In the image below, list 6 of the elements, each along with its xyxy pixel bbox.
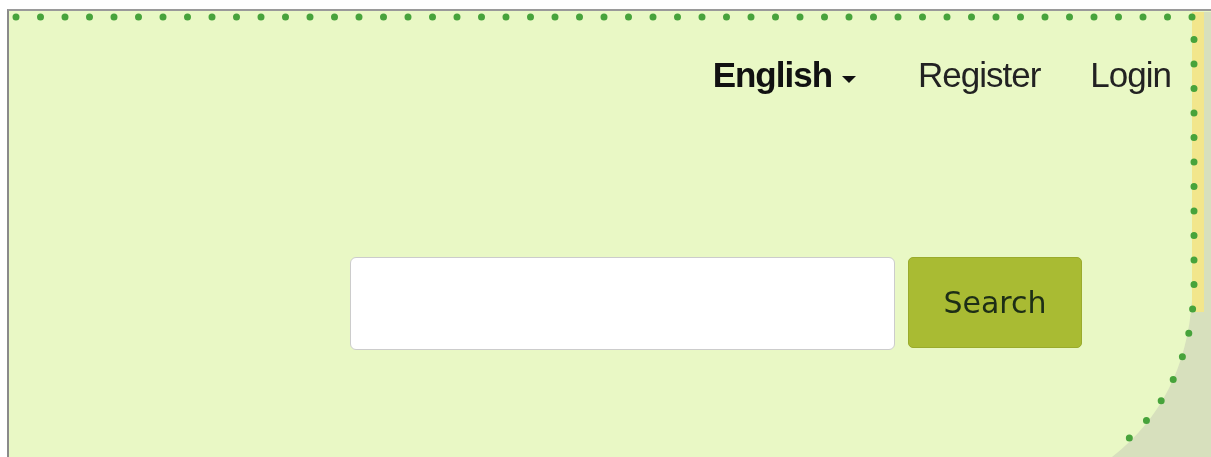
search-field[interactable]: [350, 257, 895, 350]
nav-link[interactable]: Login: [1090, 55, 1171, 95]
caret-icon: [842, 75, 857, 83]
nav-link[interactable]: Register: [918, 55, 1041, 95]
search-button[interactable]: Search: [908, 257, 1082, 348]
language-menu[interactable]: English: [712, 55, 857, 95]
